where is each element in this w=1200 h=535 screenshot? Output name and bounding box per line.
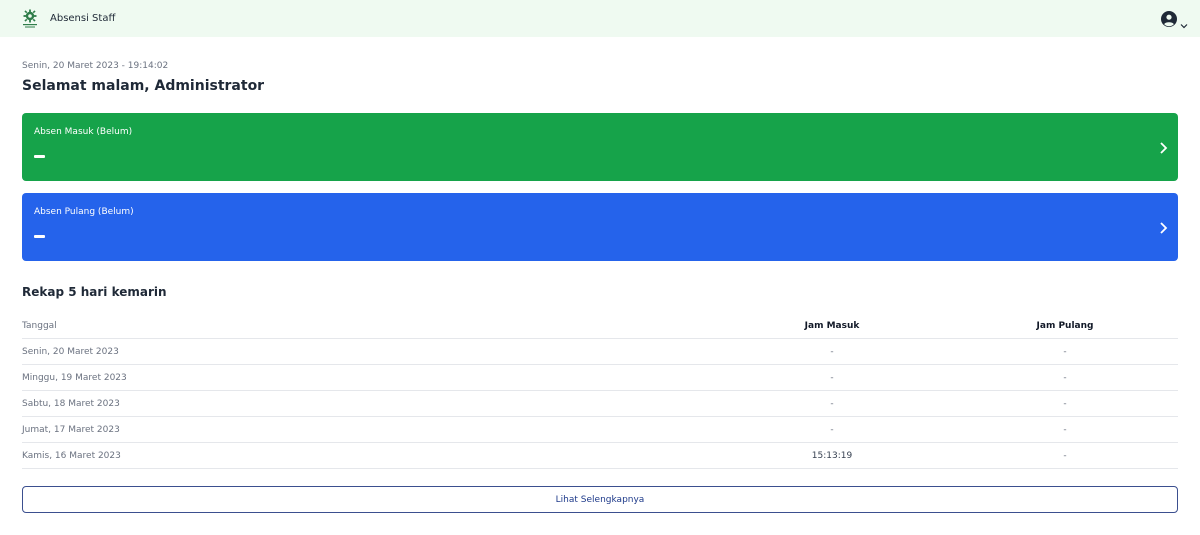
cell-jam-pulang: - — [1063, 346, 1067, 357]
organization-emblem-icon — [20, 9, 40, 29]
chevron-right-icon — [1158, 220, 1168, 234]
user-circle-icon — [1161, 10, 1177, 27]
absen-masuk-value — [34, 155, 45, 158]
cell-jam-masuk: 15:13:19 — [811, 450, 853, 461]
app-title: Absensi Staff — [50, 13, 116, 24]
cell-jam-masuk: - — [830, 372, 834, 383]
rekap-heading: Rekap 5 hari kemarin — [22, 285, 167, 299]
cell-jam-pulang: - — [1063, 398, 1067, 409]
absen-masuk-title: Absen Masuk (Belum) — [34, 127, 133, 137]
chevron-right-icon — [1158, 140, 1168, 154]
absen-masuk-card[interactable]: Absen Masuk (Belum) — [22, 113, 1178, 181]
table-row: Jumat, 17 Maret 2023 - - — [22, 417, 1178, 443]
absen-pulang-title: Absen Pulang (Belum) — [34, 207, 134, 217]
cell-tanggal: Jumat, 17 Maret 2023 — [22, 424, 120, 435]
top-navbar: Absensi Staff — [0, 0, 1200, 37]
cell-jam-masuk: - — [830, 398, 834, 409]
lihat-selengkapnya-button[interactable]: Lihat Selengkapnya — [22, 486, 1178, 513]
rekap-table: Tanggal Jam Masuk Jam Pulang Senin, 20 M… — [22, 314, 1178, 469]
chevron-down-icon — [1180, 15, 1188, 28]
table-row: Senin, 20 Maret 2023 - - — [22, 339, 1178, 365]
cell-jam-pulang: - — [1063, 424, 1067, 435]
column-header-jam-masuk: Jam Masuk — [804, 321, 860, 331]
cell-jam-pulang: - — [1063, 372, 1067, 383]
column-header-tanggal: Tanggal — [22, 321, 57, 331]
cell-tanggal: Senin, 20 Maret 2023 — [22, 346, 119, 357]
cell-jam-masuk: - — [830, 346, 834, 357]
table-header-row: Tanggal Jam Masuk Jam Pulang — [22, 314, 1178, 339]
table-row: Minggu, 19 Maret 2023 - - — [22, 365, 1178, 391]
column-header-jam-pulang: Jam Pulang — [1036, 321, 1094, 331]
user-menu[interactable] — [1161, 10, 1188, 28]
table-row: Sabtu, 18 Maret 2023 - - — [22, 391, 1178, 417]
greeting-heading: Selamat malam, Administrator — [22, 78, 265, 94]
current-datetime: Senin, 20 Maret 2023 - 19:14:02 — [22, 61, 169, 71]
cell-jam-masuk: - — [830, 424, 834, 435]
cell-tanggal: Kamis, 16 Maret 2023 — [22, 450, 121, 461]
absen-pulang-card[interactable]: Absen Pulang (Belum) — [22, 193, 1178, 261]
brand[interactable]: Absensi Staff — [20, 9, 115, 29]
table-row: Kamis, 16 Maret 2023 15:13:19 - — [22, 443, 1178, 469]
cell-tanggal: Sabtu, 18 Maret 2023 — [22, 398, 120, 409]
absen-pulang-value — [34, 235, 45, 238]
cell-tanggal: Minggu, 19 Maret 2023 — [22, 372, 127, 383]
cell-jam-pulang: - — [1063, 450, 1067, 461]
